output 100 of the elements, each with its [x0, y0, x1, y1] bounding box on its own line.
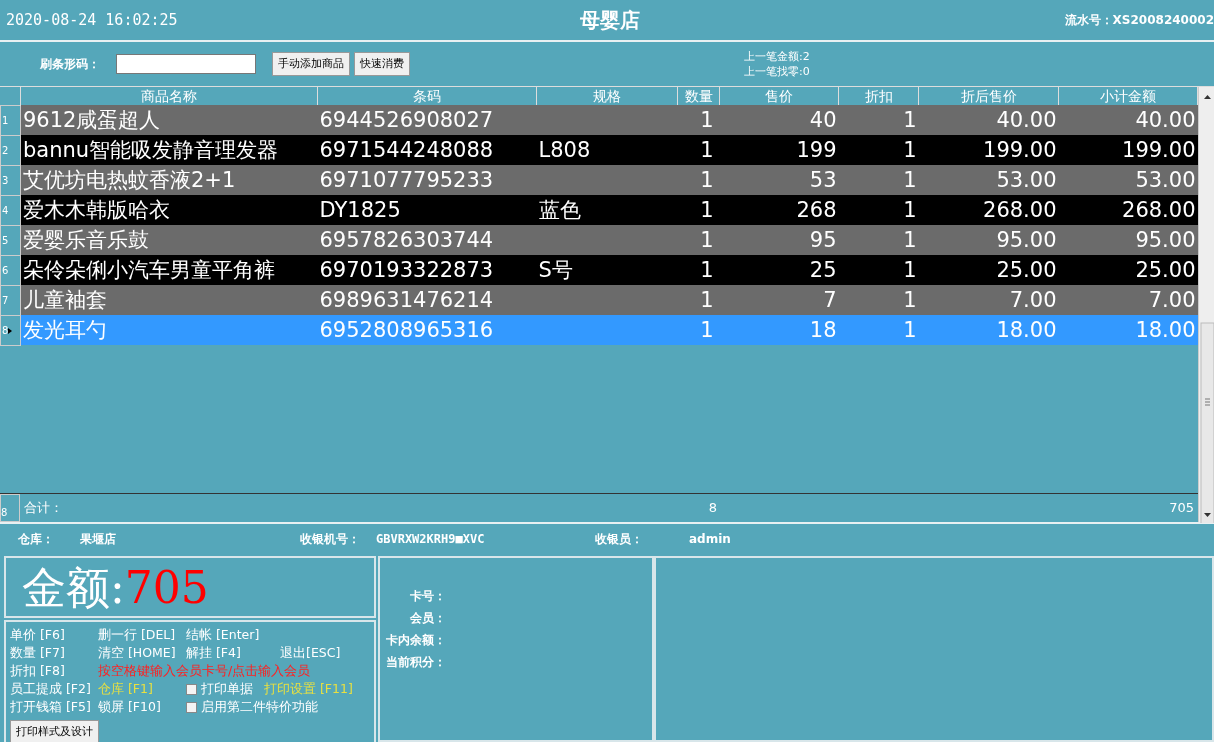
scrollbar[interactable]	[1198, 87, 1214, 522]
table-cell: 25.00	[1058, 255, 1198, 285]
shortcut-text: 打印设置 [F11]	[264, 680, 353, 698]
table-cell: 18.00	[1058, 315, 1198, 345]
table-cell: 40.00	[1058, 105, 1198, 135]
shortcut-text: 删一行 [DEL]	[98, 626, 177, 644]
table-cell: 发光耳勺	[20, 315, 318, 345]
table-cell: 7	[719, 285, 839, 315]
table-cell: 1	[677, 225, 720, 255]
table-row[interactable]: 2 bannu智能吸发静音理发器 6971544248088 L808 1 199 1 199.00 199.00	[0, 135, 1198, 165]
table-cell: 7.00	[918, 285, 1059, 315]
table-cell: 爱婴乐音乐鼓	[20, 225, 318, 255]
total-quantity: 8	[707, 499, 717, 518]
row-number: 5	[2, 234, 9, 246]
table-row[interactable]: 7 儿童袖套 6989631476214 1 7 1 7.00 7.00	[0, 285, 1198, 315]
table-cell: 18.00	[918, 315, 1059, 345]
shortcut-text: 员工提成 [F2]	[10, 680, 92, 698]
barcode-label: 刷条形码：	[40, 56, 100, 73]
table-cell: 199.00	[1058, 135, 1198, 165]
table-cell: S号	[536, 255, 678, 285]
table-cell: 95.00	[1058, 225, 1198, 255]
table-cell: 1	[677, 255, 720, 285]
table-cell: 朵伶朵俐小汽车男童平角裤	[20, 255, 318, 285]
table-cell: 6957826303744	[317, 225, 537, 255]
shortcut-text: 数量 [F7]	[10, 644, 66, 662]
table-cell: 25.00	[918, 255, 1059, 285]
table-cell: 40.00	[918, 105, 1059, 135]
table-cell: 268.00	[918, 195, 1059, 225]
shortcut-text: 按空格键输入会员卡号/点击输入会员	[98, 662, 311, 680]
table-cell: 爱木木韩版哈衣	[20, 195, 318, 225]
last-change: 上一笔找零:0	[744, 64, 810, 79]
shortcut-text: 清空 [HOME]	[98, 644, 177, 662]
toolbar-button[interactable]: 手动添加商品	[272, 52, 350, 76]
row-number: 4	[2, 204, 9, 216]
last-amount: 上一笔金额:2	[744, 49, 810, 64]
shortcut-text: 单价 [F6]	[10, 626, 66, 644]
table-cell: 1	[838, 315, 919, 345]
machine-code: GBVRXW2KRH9■XVC	[376, 531, 485, 548]
info-label: 仓库：	[18, 531, 55, 548]
row-number: 2	[2, 144, 9, 156]
print-design-button[interactable]: 打印样式及设计	[10, 720, 99, 742]
table-cell: 53	[719, 165, 839, 195]
table-cell: 6944526908027	[317, 105, 537, 135]
shortcut-text: 退出[ESC]	[280, 644, 341, 662]
table-cell: 蓝色	[536, 195, 678, 225]
table-cell: 40	[719, 105, 839, 135]
row-number: 8	[0, 494, 20, 522]
table-cell: 199	[719, 135, 839, 165]
checkbox[interactable]: 打印单据	[186, 680, 264, 698]
table-cell: 6970193322873	[317, 255, 537, 285]
info-label: 收银员：	[595, 531, 644, 548]
table-row[interactable]: 3 艾优坊电热蚊香液2+1 6971077795233 1 53 1 53.00 53.00	[0, 165, 1198, 195]
member-label: 当前积分：	[385, 654, 446, 671]
table-cell: 95.00	[918, 225, 1059, 255]
table-cell: 艾优坊电热蚊香液2+1	[20, 165, 318, 195]
info-value: 果堰店	[80, 531, 116, 548]
table-cell: 1	[677, 105, 720, 135]
info-value: admin	[689, 531, 731, 548]
table-cell: 53.00	[1058, 165, 1198, 195]
table-cell: 199.00	[918, 135, 1059, 165]
table-cell: 6952808965316	[317, 315, 537, 345]
table-row[interactable]: 6 朵伶朵俐小汽车男童平角裤 6970193322873 S号 1 25 1 25.00 25.00	[0, 255, 1198, 285]
checkbox[interactable]: 启用第二件特价功能	[186, 698, 318, 716]
table-cell: 1	[838, 105, 919, 135]
table-cell: 1	[838, 285, 919, 315]
table-cell: 1	[838, 255, 919, 285]
table-cell: 1	[677, 135, 720, 165]
table-cell: 1	[838, 165, 919, 195]
table-cell: L808	[536, 135, 678, 165]
table-cell: 1	[677, 195, 720, 225]
shortcut-text: 仓库 [F1]	[98, 680, 154, 698]
barcode-field[interactable]	[116, 54, 256, 74]
toolbar-button[interactable]: 快速消费	[354, 52, 410, 76]
table-cell: 25	[719, 255, 839, 285]
table-cell: 1	[838, 225, 919, 255]
store-title: 母婴店	[579, 7, 641, 34]
table-cell: 6989631476214	[317, 285, 537, 315]
table-row[interactable]: 4 爱木木韩版哈衣 DY1825 蓝色 1 268 1 268.00 268.00	[0, 195, 1198, 225]
table-cell: 6971544248088	[317, 135, 537, 165]
row-number: 3	[2, 174, 9, 186]
member-label: 会员：	[409, 610, 446, 627]
table-cell: 1	[677, 165, 720, 195]
table-cell: 95	[719, 225, 839, 255]
shortcut-text: 结帐 [Enter]	[186, 626, 261, 644]
table-cell: 9612咸蛋超人	[20, 105, 318, 135]
shortcut-text: 打开钱箱 [F5]	[10, 698, 92, 716]
shortcut-text: 锁屏 [F10]	[98, 698, 162, 716]
table-cell: 儿童袖套	[20, 285, 318, 315]
table-cell: 6971077795233	[317, 165, 537, 195]
row-number: 7	[2, 294, 9, 306]
table-row[interactable]: 5 爱婴乐音乐鼓 6957826303744 1 95 1 95.00 95.00	[0, 225, 1198, 255]
table-row[interactable]: 8 发光耳勺 6952808965316 1 18 1 18.00 18.00	[0, 315, 1198, 345]
table-cell: bannu智能吸发静音理发器	[20, 135, 318, 165]
table-cell: 268.00	[1058, 195, 1198, 225]
row-number: 1	[2, 114, 9, 126]
table-cell: 1	[838, 195, 919, 225]
serial-number: XS2008240002	[1112, 12, 1214, 29]
table-cell: DY1825	[317, 195, 537, 225]
table-row[interactable]: 1 9612咸蛋超人 6944526908027 1 40 1 40.00 40.00	[0, 105, 1198, 135]
table-cell: 18	[719, 315, 839, 345]
